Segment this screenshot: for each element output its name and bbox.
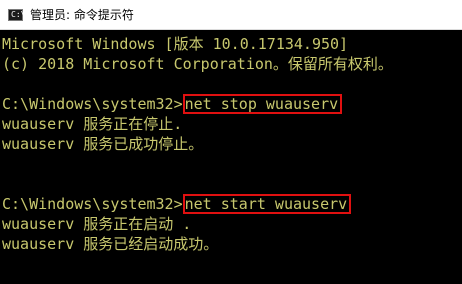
output-line: wuauserv 服务正在停止. (2, 115, 183, 133)
prompt-path: C:\Windows\system32> (2, 95, 183, 113)
copyright-line: (c) 2018 Microsoft Corporation。保留所有权利。 (2, 55, 393, 73)
highlighted-command-start: net start wuauserv (182, 194, 352, 214)
console-output[interactable]: Microsoft Windows [版本 10.0.17134.950] (c… (0, 32, 462, 284)
output-line: wuauserv 服务正在启动 . (2, 215, 192, 233)
prompt-path: C:\Windows\system32> (2, 195, 183, 213)
output-line: wuauserv 服务已成功停止。 (2, 135, 204, 153)
highlighted-command-stop: net stop wuauserv (182, 94, 343, 114)
command-line-stop: C:\Windows\system32> net stop wuauserv (2, 94, 343, 114)
output-line: wuauserv 服务已经启动成功。 (2, 235, 219, 253)
version-line: Microsoft Windows [版本 10.0.17134.950] (2, 35, 349, 53)
command-prompt-window: C:\ 管理员: 命令提示符 Microsoft Windows [版本 10.… (0, 0, 462, 284)
title-bar[interactable]: C:\ 管理员: 命令提示符 (0, 0, 462, 30)
window-title: 管理员: 命令提示符 (30, 8, 134, 22)
cmd-icon: C:\ (8, 9, 25, 21)
command-line-start: C:\Windows\system32> net start wuauserv (2, 194, 352, 214)
